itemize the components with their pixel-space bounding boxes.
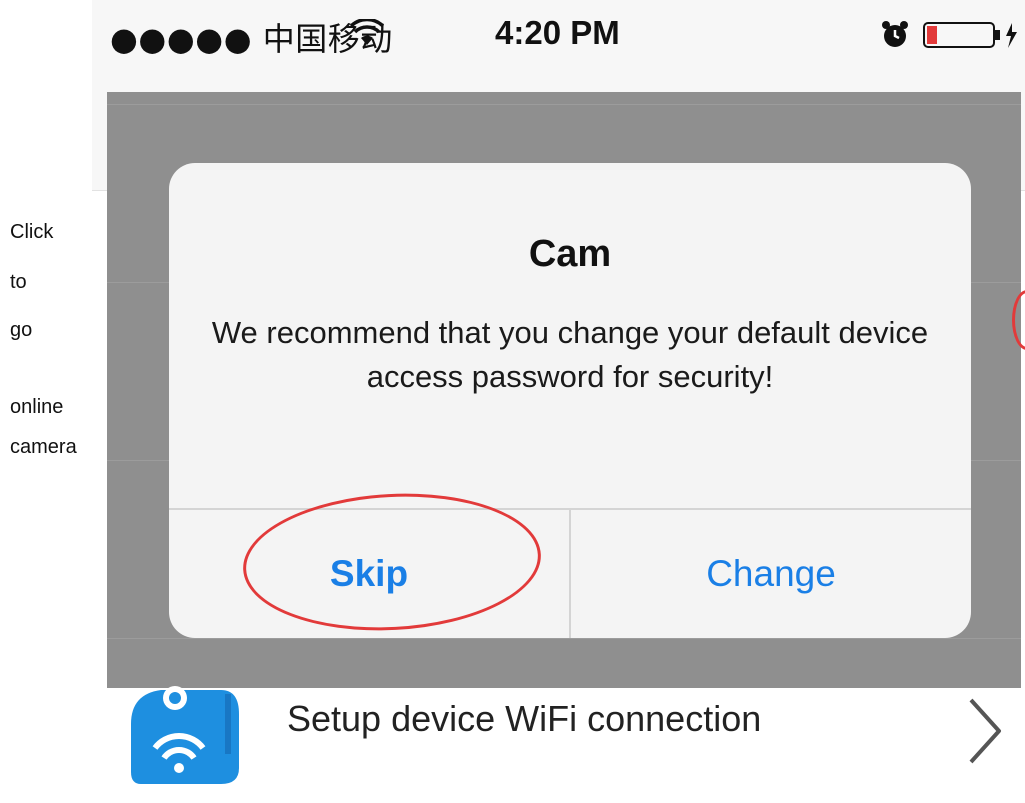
alert-message: We recommend that you change your defaul…: [211, 315, 929, 394]
annotation-line: Click: [10, 221, 54, 243]
alert-title: Cam: [528, 233, 612, 275]
wifi-icon: [349, 17, 385, 52]
clock-time: 4:20 PM: [495, 14, 620, 51]
annotation-line: online: [10, 396, 64, 418]
alert-dialog: Cam We recommend that you change your de…: [169, 163, 971, 638]
battery-icon: [922, 20, 1022, 55]
list-item[interactable]: Setup device WiFi connection: [107, 686, 1025, 803]
camera-wifi-icon: [121, 684, 251, 789]
change-button[interactable]: Change: [571, 510, 971, 638]
annotation-line: go: [10, 319, 33, 341]
divider: [107, 104, 1021, 105]
skip-button[interactable]: Skip: [169, 510, 569, 638]
annotation-line: to: [10, 271, 27, 293]
annotation-line: camera: [10, 436, 77, 458]
divider: [107, 638, 1021, 639]
list-item-label: Setup device WiFi connection: [287, 698, 762, 739]
status-bar: ●●●●● 中国移动 4:20 PM: [92, 0, 1025, 70]
alarm-icon: [880, 20, 910, 55]
chevron-right-icon: [965, 696, 1005, 771]
